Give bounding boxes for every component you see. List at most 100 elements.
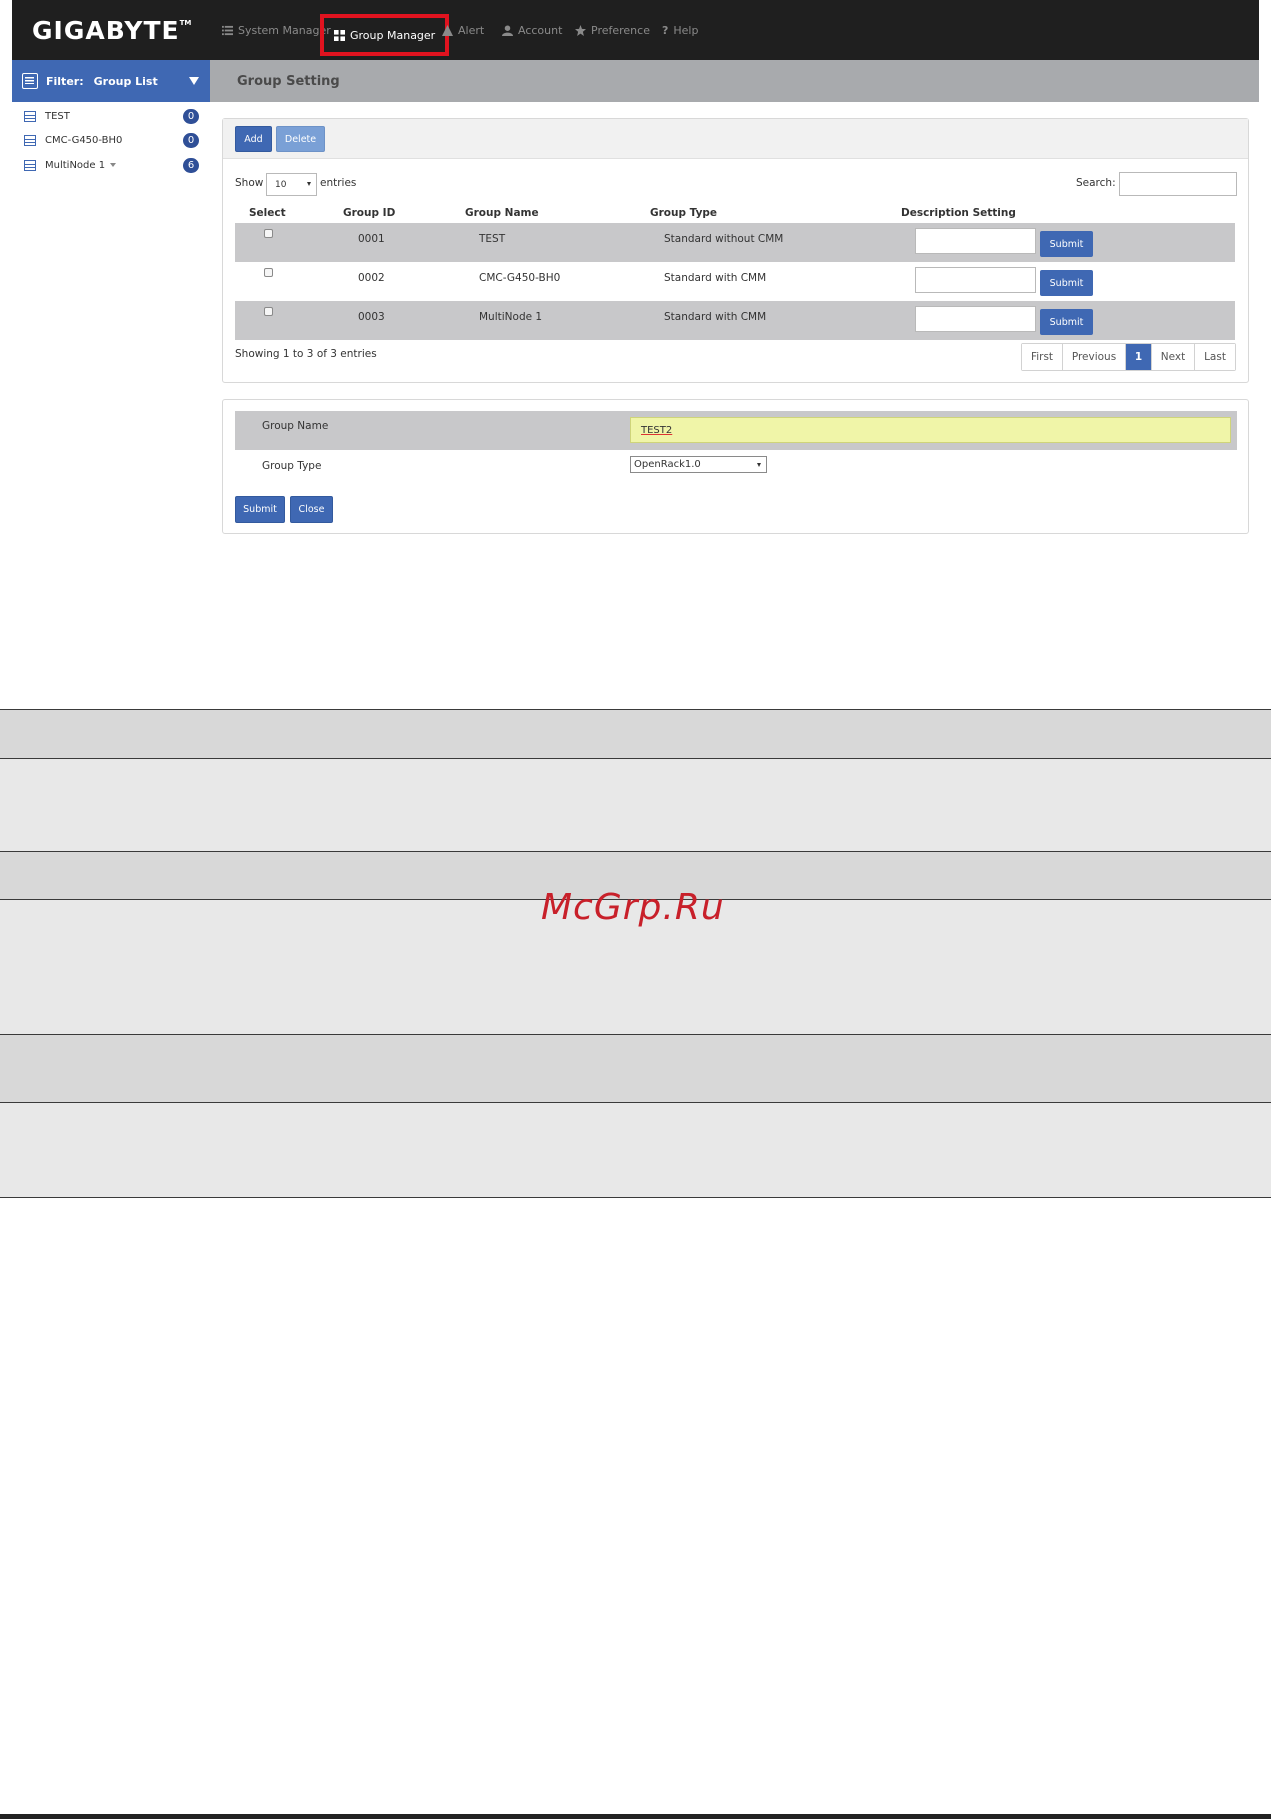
page-size-select[interactable]: 10 (266, 173, 317, 196)
nav-label: Account (518, 23, 563, 37)
column-header-group-id: Group ID (343, 207, 396, 219)
entries-label: entries (320, 177, 357, 189)
nav-label: Group Manager (350, 28, 436, 42)
chevron-down-icon (757, 463, 761, 467)
expand-caret-icon[interactable] (110, 163, 117, 167)
group-name-input[interactable]: TEST2 (630, 417, 1231, 443)
filter-value: Group List (93, 74, 158, 88)
group-name: MultiNode 1 (479, 311, 543, 323)
filter-list-icon (22, 73, 38, 89)
group-type-select[interactable]: OpenRack1.0 (630, 456, 767, 473)
nav-label: System Manager (238, 23, 331, 37)
chevron-down-icon (307, 182, 311, 186)
group-id: 0003 (358, 311, 385, 323)
group-form-panel: Group Name TEST2 Group Type OpenRack1.0 … (222, 399, 1249, 534)
description-input[interactable] (915, 267, 1036, 293)
sidebar-item-multinode-1[interactable]: MultiNode 1 6 (24, 157, 199, 173)
doc-table-row (0, 1034, 1271, 1102)
sidebar-item-label: MultiNode 1 (45, 159, 106, 171)
sidebar-filter[interactable]: Filter: Group List (12, 60, 210, 102)
nav-label: Alert (458, 23, 485, 37)
grid-icon (334, 29, 345, 41)
row-select-checkbox[interactable] (264, 307, 273, 316)
group-name: TEST (479, 233, 506, 245)
group-id: 0001 (358, 233, 385, 245)
group-id: 0002 (358, 272, 385, 284)
star-icon (575, 24, 586, 36)
pagination-previous[interactable]: Previous (1063, 344, 1126, 370)
column-header-description: Description Setting (901, 207, 1016, 219)
list-icon (222, 25, 233, 35)
doc-table-row (0, 709, 1271, 758)
sidebar-item-label: CMC-G450-BH0 (45, 134, 123, 146)
search-label: Search: (1076, 177, 1116, 189)
nav-group-manager[interactable]: Group Manager (320, 14, 450, 56)
add-button[interactable]: Add (235, 126, 272, 152)
user-icon (502, 24, 513, 36)
column-header-group-name: Group Name (465, 207, 539, 219)
group-type: Standard with CMM (664, 311, 767, 323)
show-label: Show (235, 177, 264, 189)
question-icon: ? (662, 23, 669, 37)
nav-alert[interactable]: Alert (442, 0, 484, 60)
row-select-checkbox[interactable] (264, 229, 273, 238)
sidebar-item-cmc-g450-bh0[interactable]: CMC-G450-BH0 0 (24, 132, 199, 148)
group-type: Standard with CMM (664, 272, 767, 284)
table-toolbar: Add Delete (223, 119, 1248, 159)
nav-system-manager[interactable]: System Manager (222, 0, 331, 60)
count-badge: 0 (183, 108, 199, 124)
delete-button[interactable]: Delete (276, 126, 325, 152)
row-submit-button[interactable]: Submit (1040, 270, 1093, 296)
group-type-row: Group Type OpenRack1.0 (235, 450, 1237, 489)
column-header-group-type: Group Type (650, 207, 718, 219)
table-row: 0002 CMC-G450-BH0 Standard with CMM Subm… (235, 262, 1235, 301)
sidebar-item-test[interactable]: TEST 0 (24, 108, 199, 124)
content-header: Group Setting (210, 60, 1259, 102)
pagination-first[interactable]: First (1022, 344, 1063, 370)
nav-label: Help (673, 23, 699, 37)
form-close-button[interactable]: Close (290, 496, 333, 523)
top-navbar: GIGABYTETM System Manager Group Manager … (12, 0, 1259, 60)
form-submit-button[interactable]: Submit (235, 496, 285, 523)
warning-icon (442, 24, 453, 36)
watermark: McGrp.Ru (541, 887, 725, 928)
search-input[interactable] (1119, 172, 1237, 196)
server-icon (24, 159, 36, 171)
row-submit-button[interactable]: Submit (1040, 231, 1093, 257)
footer-divider (0, 1814, 1271, 1819)
filter-dropdown-icon[interactable] (189, 77, 199, 85)
group-type: Standard without CMM (664, 233, 784, 245)
pagination-page-1[interactable]: 1 (1126, 344, 1152, 370)
row-submit-button[interactable]: Submit (1040, 309, 1093, 335)
gigabyte-logo[interactable]: GIGABYTETM (32, 16, 191, 45)
nav-help[interactable]: ? Help (662, 0, 698, 60)
pagination-next[interactable]: Next (1152, 344, 1195, 370)
table-row: 0003 MultiNode 1 Standard with CMM Submi… (235, 301, 1235, 340)
doc-table-row (0, 1102, 1271, 1198)
server-icon (24, 134, 36, 146)
doc-table-row (0, 758, 1271, 851)
group-type-label: Group Type (262, 460, 322, 472)
page-size-value: 10 (275, 179, 287, 190)
group-name-value: TEST2 (641, 424, 673, 436)
description-input[interactable] (915, 306, 1036, 332)
group-name: CMC-G450-BH0 (479, 272, 561, 284)
pagination: First Previous 1 Next Last (1021, 343, 1236, 371)
table-info: Showing 1 to 3 of 3 entries (235, 348, 377, 360)
page-title: Group Setting (237, 74, 340, 89)
row-select-checkbox[interactable] (264, 268, 273, 277)
count-badge: 0 (183, 132, 199, 148)
nav-label: Preference (591, 23, 650, 37)
table-row: 0001 TEST Standard without CMM Submit (235, 223, 1235, 262)
nav-preference[interactable]: Preference (575, 0, 650, 60)
server-icon (24, 110, 36, 122)
document-table (0, 709, 1271, 1198)
sidebar-item-label: TEST (45, 110, 70, 122)
nav-account[interactable]: Account (502, 0, 562, 60)
description-input[interactable] (915, 228, 1036, 254)
group-name-label: Group Name (262, 420, 329, 432)
column-header-select: Select (249, 207, 286, 219)
pagination-last[interactable]: Last (1195, 344, 1235, 370)
filter-label: Filter: (46, 74, 84, 88)
group-name-row: Group Name TEST2 (235, 411, 1237, 450)
